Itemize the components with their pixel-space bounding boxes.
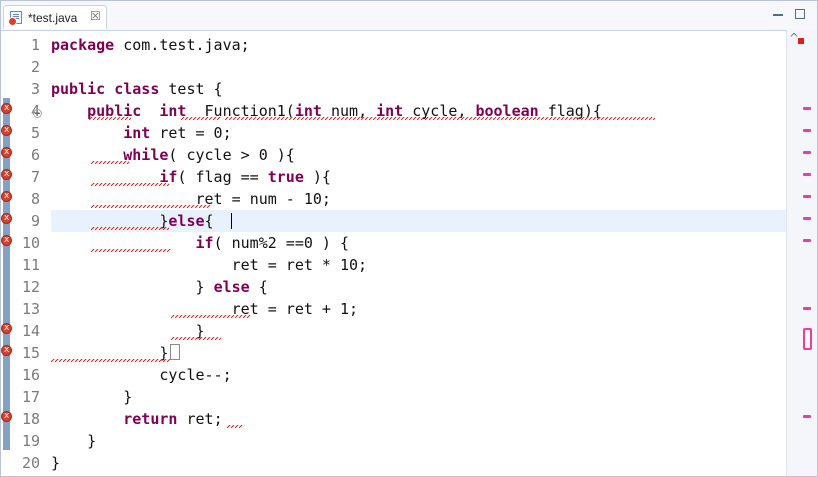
close-tab-icon[interactable]: ☒: [90, 9, 101, 23]
line-number: 10: [21, 234, 40, 252]
error-squiggle: [91, 249, 171, 252]
error-squiggle: [225, 117, 655, 120]
overview-error-mark[interactable]: [803, 239, 811, 242]
overview-error-mark[interactable]: [803, 217, 811, 220]
code-line[interactable]: package com.test.java;: [51, 34, 250, 56]
line-number: 1: [30, 36, 40, 54]
error-squiggle: [171, 337, 221, 340]
error-marker-icon[interactable]: [1, 169, 12, 180]
error-squiggle: [91, 205, 211, 208]
line-number: 15: [21, 344, 40, 362]
code-line[interactable]: int ret = 0;: [51, 122, 231, 144]
overview-error-mark[interactable]: [803, 107, 811, 110]
error-squiggle: [91, 161, 129, 164]
line-number: 3: [30, 80, 40, 98]
text-cursor: [231, 213, 232, 229]
matching-bracket-box: [170, 344, 180, 360]
error-marker-icon[interactable]: [1, 147, 12, 158]
code-line[interactable]: ret = ret * 10;: [51, 254, 367, 276]
tab-title: *test.java: [28, 11, 78, 25]
code-line[interactable]: }: [51, 430, 96, 452]
line-number: 16: [21, 366, 40, 384]
error-marker-icon[interactable]: [1, 411, 12, 422]
line-number: 8: [30, 190, 40, 208]
error-overlay-icon: [8, 17, 17, 26]
editor-window: *test.java ☒ 123456789101112131415161718…: [0, 0, 818, 477]
line-number: 20: [21, 454, 40, 472]
line-number: 17: [21, 388, 40, 406]
error-summary-icon[interactable]: [798, 38, 804, 44]
line-number: 12: [21, 278, 40, 296]
error-marker-icon[interactable]: [1, 235, 12, 246]
window-controls: [773, 9, 809, 23]
error-marker-icon[interactable]: [1, 103, 12, 114]
code-area[interactable]: } } return ret; } cycle--; } } ret = ret…: [51, 30, 786, 476]
overview-error-mark[interactable]: [803, 415, 811, 418]
line-number: 7: [30, 168, 40, 186]
overview-error-mark[interactable]: [803, 195, 811, 198]
code-line[interactable]: }: [51, 452, 60, 474]
line-number: 2: [30, 58, 40, 76]
error-squiggle: [51, 359, 171, 362]
java-file-error-icon: [8, 11, 22, 26]
minimize-icon[interactable]: [773, 14, 783, 16]
error-squiggle: [91, 227, 169, 230]
code-editor[interactable]: 1234567891011121314151617181920 } } retu…: [1, 30, 817, 476]
overview-error-mark[interactable]: [803, 151, 811, 154]
overview-error-mark[interactable]: [803, 173, 811, 176]
error-squiggle: [89, 117, 131, 120]
code-line[interactable]: while( cycle > 0 ){: [51, 144, 295, 166]
code-line[interactable]: public class test {: [51, 78, 223, 100]
error-marker-icon[interactable]: [1, 191, 12, 202]
error-squiggle: [171, 315, 251, 318]
code-line[interactable]: } else {: [51, 276, 267, 298]
error-squiggle: [91, 183, 169, 186]
maximize-icon[interactable]: [795, 9, 805, 19]
error-squiggle: [181, 117, 221, 120]
overview-error-mark[interactable]: [803, 307, 811, 310]
error-marker-icon[interactable]: [1, 125, 12, 136]
line-number: 11: [21, 256, 40, 274]
error-marker-icon[interactable]: [1, 323, 12, 334]
error-squiggle: [227, 425, 243, 428]
line-number: 14: [21, 322, 40, 340]
overview-ruler[interactable]: [786, 30, 817, 476]
code-line[interactable]: }: [51, 386, 132, 408]
fold-collapse-icon[interactable]: [33, 109, 42, 118]
line-number: 6: [30, 146, 40, 164]
line-number: 18: [21, 410, 40, 428]
code-line[interactable]: return ret;: [51, 408, 222, 430]
code-line[interactable]: cycle--;: [51, 364, 231, 386]
line-number: 5: [30, 124, 40, 142]
tab-test-java[interactable]: *test.java ☒: [3, 5, 107, 29]
line-number: 19: [21, 432, 40, 450]
overview-error-mark[interactable]: [803, 129, 811, 132]
error-marker-icon[interactable]: [1, 345, 12, 356]
overview-scroll-thumb[interactable]: [803, 328, 812, 350]
line-number: 9: [30, 212, 40, 230]
line-number: 13: [21, 300, 40, 318]
line-number-gutter: 1 2 3 4 5 6 7 8 9 10 11 12 13 14 15 16 17 18 19 20: [13, 30, 43, 476]
error-marker-icon[interactable]: [1, 213, 12, 224]
editor-tab-bar: *test.java ☒: [1, 1, 817, 31]
